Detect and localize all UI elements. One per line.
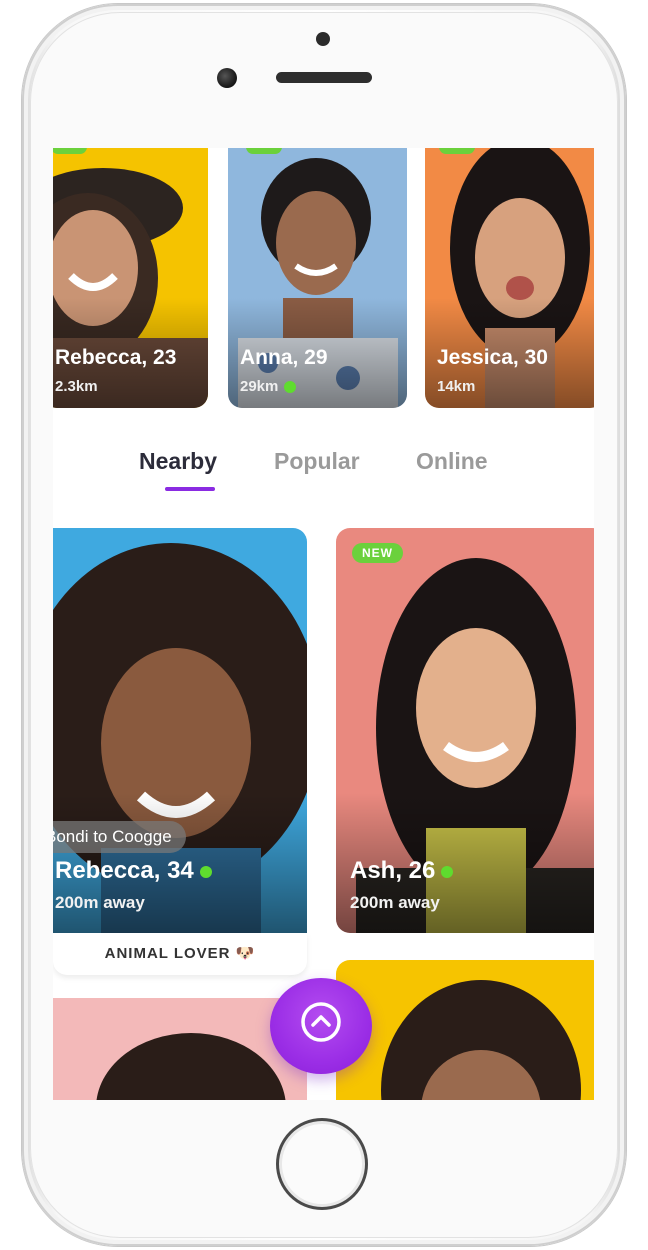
- app-screen: Rebecca, 23 2.3km Anna, 29 29km Jessica,…: [53, 148, 594, 1100]
- card-name-text: Ash, 26: [350, 857, 436, 884]
- story-name: Jessica, 30: [437, 346, 548, 369]
- card-distance: 200m away: [55, 893, 145, 912]
- profile-card[interactable]: [53, 998, 307, 1100]
- story-tag: [246, 148, 282, 154]
- story-name: Anna, 29: [240, 346, 328, 369]
- story-distance: 2.3km: [55, 378, 98, 395]
- story-card[interactable]: Rebecca, 23 2.3km: [53, 148, 208, 408]
- active-tab-indicator: [165, 487, 215, 491]
- profile-card[interactable]: Bondi to Coogge Rebecca, 34 200m away: [53, 528, 307, 933]
- scroll-up-button[interactable]: [270, 978, 372, 1074]
- story-tag: [53, 148, 87, 154]
- online-indicator: [441, 865, 454, 878]
- location-pill: Bondi to Coogge: [53, 821, 186, 853]
- tab-bar: Nearby Popular Online: [53, 448, 594, 498]
- story-name: Rebecca, 23: [55, 346, 177, 369]
- story-distance: 29km: [240, 378, 297, 395]
- story-tag: [439, 148, 475, 154]
- profile-card[interactable]: NEW Ash, 26 200m away: [336, 528, 594, 933]
- card-name: Rebecca, 34: [55, 857, 212, 885]
- tab-nearby[interactable]: Nearby: [139, 448, 217, 475]
- story-card[interactable]: Anna, 29 29km: [228, 148, 407, 408]
- online-indicator: [199, 865, 212, 878]
- card-name: Ash, 26: [350, 857, 454, 885]
- profile-card[interactable]: [336, 960, 594, 1100]
- story-distance: 14km: [437, 378, 476, 395]
- interest-label: ANIMAL LOVER 🐶: [53, 933, 307, 975]
- front-camera: [217, 68, 237, 88]
- card-name-text: Rebecca, 34: [55, 857, 194, 884]
- online-indicator: [284, 381, 297, 394]
- new-badge: NEW: [352, 543, 403, 563]
- story-card[interactable]: Jessica, 30 14km: [425, 148, 594, 408]
- story-distance-text: 29km: [240, 378, 279, 395]
- tab-popular[interactable]: Popular: [274, 448, 360, 475]
- home-button[interactable]: [276, 1118, 368, 1210]
- earpiece-speaker: [276, 72, 372, 83]
- chevron-up-circle-icon: [301, 1002, 341, 1042]
- proximity-sensor: [316, 32, 330, 46]
- profile-photo: [336, 960, 594, 1100]
- card-distance: 200m away: [350, 893, 440, 912]
- tab-online[interactable]: Online: [416, 448, 488, 475]
- profile-photo: [53, 998, 307, 1100]
